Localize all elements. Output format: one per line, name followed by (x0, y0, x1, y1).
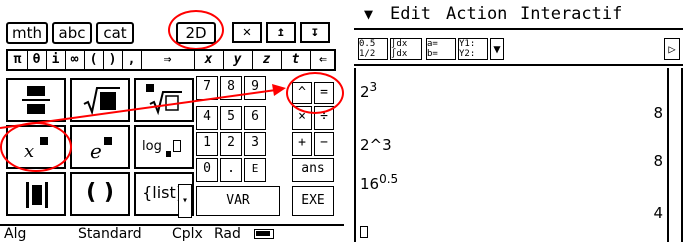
key-infinity[interactable]: ∞ (65, 51, 85, 69)
key-i[interactable]: i (46, 51, 66, 69)
log-base-box-icon (166, 151, 171, 157)
soft-keyboard: mth abc cat 2D ✕ ↥ ↧ π θ i ∞ ( ) , ⇒ x y… (0, 0, 344, 242)
key-open-paren[interactable]: ( (84, 51, 104, 69)
result-3: 4 (653, 204, 663, 222)
menu-edit[interactable]: Edit (390, 0, 431, 28)
status-angle: Rad (214, 226, 241, 242)
toolbar-integral-button[interactable]: ∫dx ∫dx (390, 38, 422, 60)
key-theta[interactable]: θ (27, 51, 47, 69)
expr-2: 2^3 (360, 136, 392, 154)
menu-arrow-icon[interactable]: ▼ (364, 0, 373, 28)
template-parens-button[interactable]: ( ) (70, 172, 130, 216)
key-0[interactable]: 0 (196, 158, 218, 182)
key-exp-E[interactable]: E (244, 158, 266, 182)
abs-bar-left (26, 182, 29, 208)
keyboard-toggle-icon[interactable]: ▾ (178, 184, 192, 218)
expr-3: 160.5 (360, 172, 399, 193)
main-application-window: ▼ Edit Action Interactif 0.5 1/2 ∫dx ∫dx a… (354, 0, 683, 242)
toolbar-graph-button[interactable]: Y1: Y2: (458, 38, 488, 60)
tab-mth[interactable]: mth (6, 22, 48, 44)
key-pi[interactable]: π (8, 51, 28, 69)
shift-down-button[interactable]: ↧ (300, 22, 330, 43)
annotation-circle-2d (168, 10, 224, 50)
close-button[interactable]: ✕ (232, 22, 262, 43)
menu-bar: ▼ Edit Action Interactif (354, 0, 683, 30)
key-y[interactable]: y (223, 51, 253, 69)
toolbar-assign-button[interactable]: a= b= (426, 38, 456, 60)
key-comma[interactable]: , (122, 51, 142, 69)
result-1: 8 (653, 104, 663, 122)
key-implies[interactable]: ⇒ (141, 51, 195, 69)
template-abs-button[interactable] (6, 172, 66, 216)
main-work-area[interactable]: 23 8 2^3 8 160.5 4 (354, 68, 667, 242)
symbol-row: π θ i ∞ ( ) , ⇒ x y z t ⇐ (6, 49, 336, 71)
menu-interactif[interactable]: Interactif (520, 0, 622, 28)
key-z[interactable]: z (252, 51, 282, 69)
key-x[interactable]: x (194, 51, 224, 69)
tab-abc[interactable]: abc (52, 22, 92, 44)
status-format: Standard (78, 226, 142, 242)
annotation-arrow (0, 84, 286, 129)
key-backspace[interactable]: ⇐ (310, 51, 336, 69)
input-cursor[interactable] (360, 226, 368, 238)
status-bar: Alg Standard Cplx Rad (0, 224, 344, 242)
key-var[interactable]: VAR (196, 186, 280, 216)
tab-cat[interactable]: cat (96, 22, 134, 44)
key-t[interactable]: t (281, 51, 311, 69)
expr-1: 23 (360, 80, 378, 101)
status-mode: Alg (4, 226, 27, 242)
key-ans[interactable]: ans (292, 158, 334, 182)
battery-icon (254, 229, 274, 239)
panel-divider (344, 0, 354, 242)
toolbar-dropdown-icon[interactable]: ▼ (490, 38, 504, 60)
vertical-scrollbar[interactable] (667, 68, 683, 242)
menu-action[interactable]: Action (446, 0, 507, 28)
abs-bar-right (45, 182, 48, 208)
key-decimal[interactable]: . (220, 158, 242, 182)
abs-box-icon (32, 185, 42, 205)
result-2: 8 (653, 152, 663, 170)
toolbar-fraction-decimal-button[interactable]: 0.5 1/2 (358, 38, 388, 60)
key-exe[interactable]: EXE (292, 186, 334, 216)
toolbar-scroll-right-icon[interactable]: ▷ (664, 38, 680, 60)
status-complex: Cplx (172, 226, 203, 242)
shift-up-button[interactable]: ↥ (266, 22, 296, 43)
toolbar: 0.5 1/2 ∫dx ∫dx a= b= Y1: Y2: ▼ ▷ (354, 32, 683, 66)
key-close-paren[interactable]: ) (103, 51, 123, 69)
key-minus[interactable]: − (314, 132, 334, 156)
